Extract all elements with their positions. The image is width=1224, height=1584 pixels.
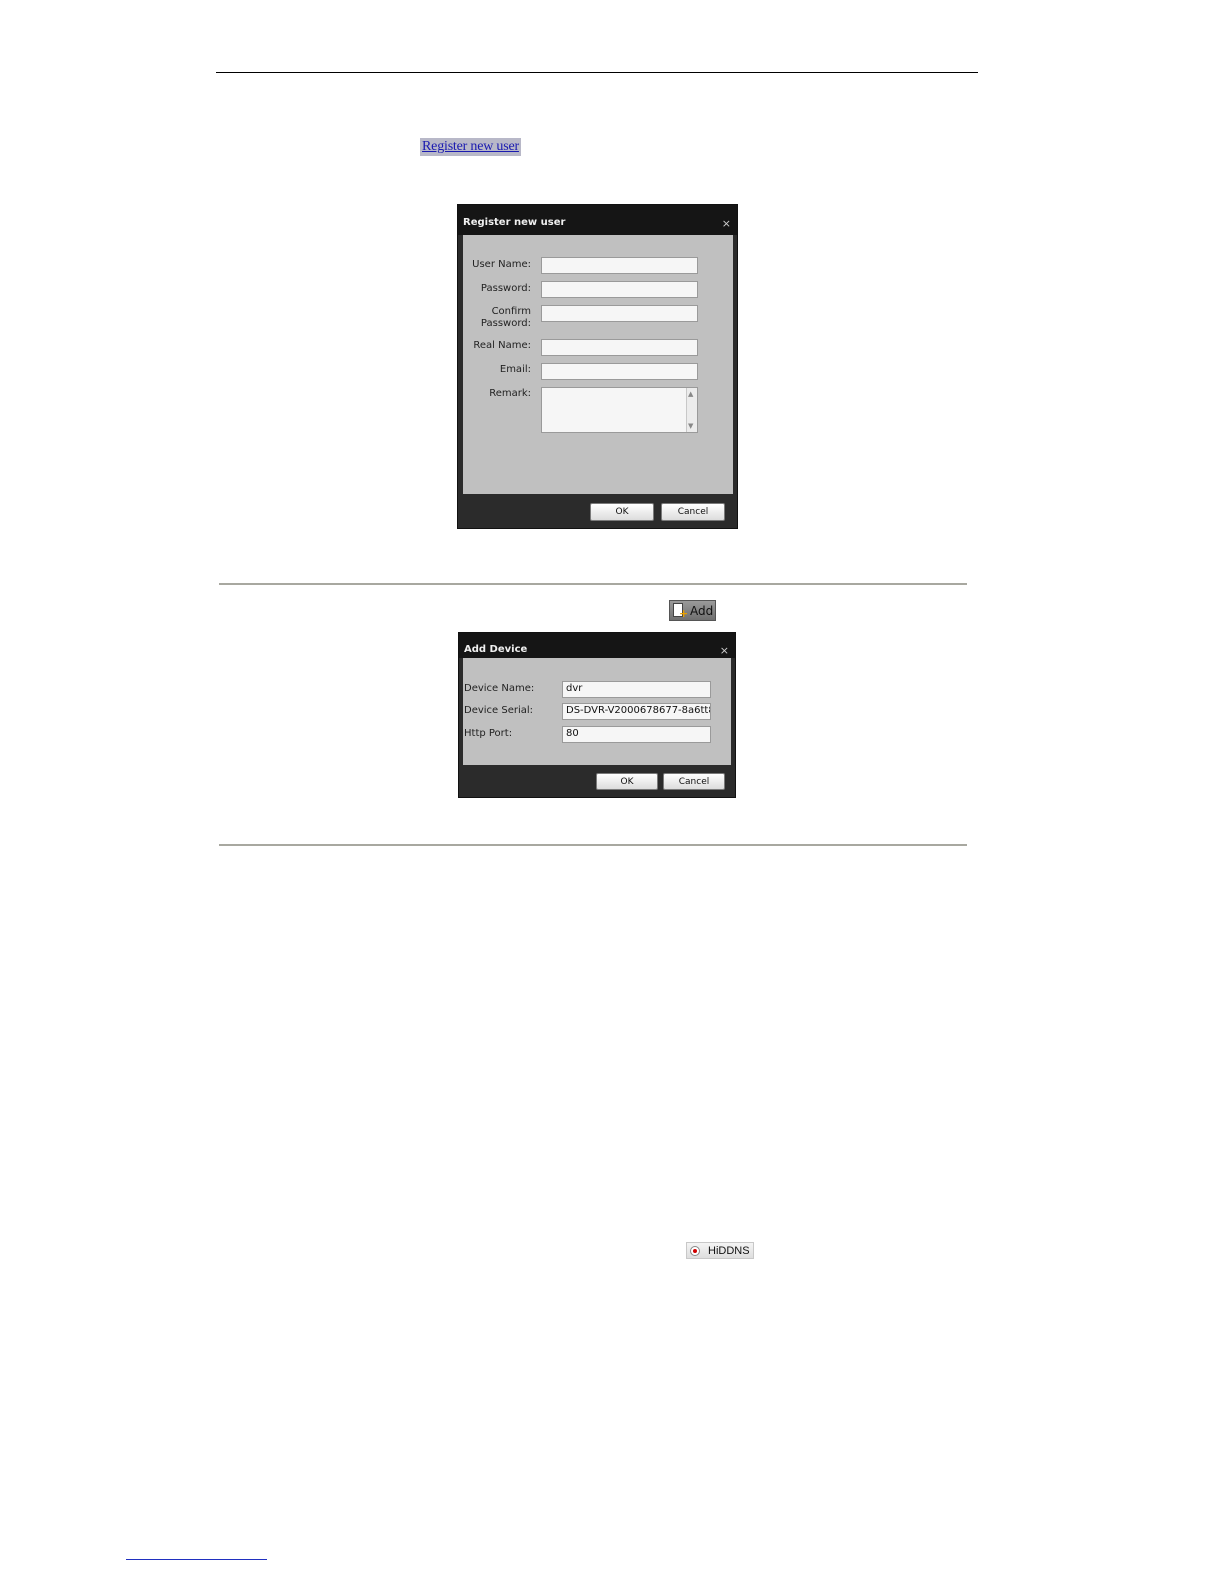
radio-selected-icon[interactable] — [690, 1246, 700, 1256]
user-name-field[interactable] — [541, 257, 698, 274]
register-dialog-title: Register new user — [458, 205, 737, 235]
add-device-cancel-button[interactable]: Cancel — [663, 773, 725, 790]
header-rule — [216, 72, 978, 73]
add-device-ok-button[interactable]: OK — [596, 773, 658, 790]
section-divider — [219, 583, 967, 585]
confirm-password-field[interactable] — [541, 305, 698, 322]
register-new-user-link[interactable]: Register new user — [420, 138, 521, 156]
device-serial-label: Device Serial: — [464, 705, 534, 716]
device-name-label: Device Name: — [464, 683, 535, 694]
add-device-dialog-title-text: Add Device — [464, 644, 528, 655]
register-ok-button[interactable]: OK — [590, 503, 654, 521]
device-name-input[interactable]: dvr — [562, 681, 711, 698]
email-field[interactable] — [541, 363, 698, 380]
add-device-dialog-body: Device Name: dvr Device Serial: DS-DVR-V… — [463, 658, 731, 765]
register-user-dialog: Register new user × User Name: Password:… — [457, 204, 738, 529]
password-label: Password: — [480, 283, 531, 294]
real-name-label: Real Name: — [473, 340, 531, 351]
section-divider — [219, 844, 967, 846]
http-port-input[interactable]: 80 — [562, 726, 711, 743]
real-name-field[interactable] — [541, 339, 698, 356]
remark-scrollbar[interactable]: ▲ ▼ — [686, 388, 697, 432]
add-device-dialog: Add Device × Device Name: dvr Device Ser… — [458, 632, 736, 798]
plus-icon: + — [679, 607, 689, 620]
register-dialog-body: User Name: Password: Confirm Password: R… — [463, 235, 733, 494]
http-port-label: Http Port: — [464, 728, 513, 739]
register-dialog-title-text: Register new user — [463, 217, 566, 228]
close-icon[interactable]: × — [720, 645, 729, 656]
close-icon[interactable]: × — [722, 218, 731, 229]
confirm-password-label-line1: Confirm — [491, 306, 531, 317]
scroll-down-icon[interactable]: ▼ — [688, 422, 693, 430]
email-label: Email: — [499, 364, 531, 375]
hiddns-label: HiDDNS — [708, 1245, 750, 1257]
add-device-button[interactable]: + Add — [669, 600, 716, 621]
footnote-rule — [126, 1559, 267, 1560]
add-button-label: Add — [690, 604, 714, 618]
remark-textarea[interactable]: ▲ ▼ — [541, 387, 698, 433]
user-name-label: User Name: — [472, 259, 531, 270]
device-serial-input[interactable]: DS-DVR-V2000678677-8a6tt806 — [562, 703, 711, 720]
add-device-dialog-title: Add Device — [459, 633, 735, 658]
hiddns-radio-option[interactable]: HiDDNS — [686, 1242, 754, 1259]
remark-label: Remark: — [489, 388, 531, 399]
password-field[interactable] — [541, 281, 698, 298]
scroll-up-icon[interactable]: ▲ — [688, 390, 693, 398]
confirm-password-label-line2: Password: — [480, 318, 531, 329]
register-cancel-button[interactable]: Cancel — [661, 503, 725, 521]
